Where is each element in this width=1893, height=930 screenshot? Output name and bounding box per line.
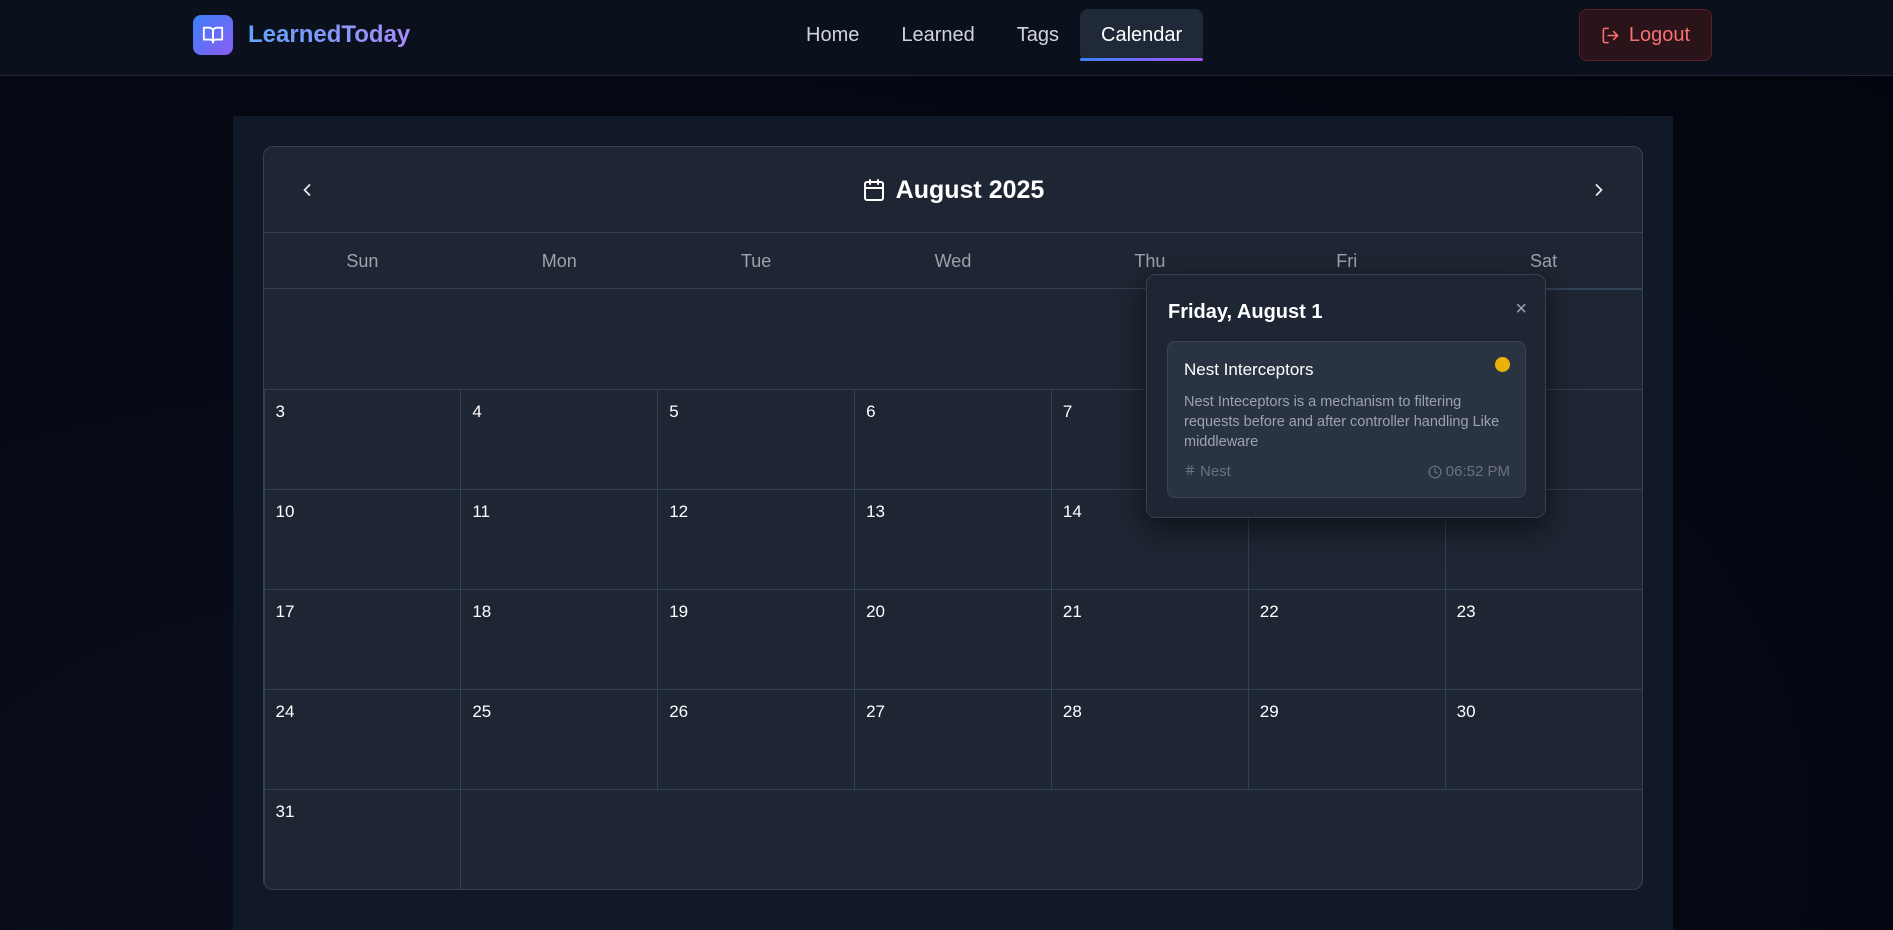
day-number: 6 [866, 401, 876, 421]
day-cell[interactable]: 11 [460, 488, 659, 590]
empty-cell [1051, 789, 1249, 890]
day-number: 5 [669, 401, 679, 421]
clock-icon [1428, 465, 1442, 478]
day-cell[interactable]: 24 [264, 688, 462, 790]
day-number: 27 [866, 701, 885, 721]
day-cell[interactable]: 23 [1444, 588, 1642, 690]
day-cell[interactable]: 21 [1050, 588, 1249, 690]
calendar: August 2025 Sun Mon Tue Wed Thu Fri Sat … [263, 146, 1643, 890]
brand[interactable]: LearnedToday [193, 15, 410, 55]
day-number: 21 [1062, 601, 1082, 621]
entry-description: Nest Inteceptors is a mechanism to filte… [1184, 394, 1500, 450]
empty-cell [657, 289, 855, 390]
logout-button[interactable]: Logout [1579, 9, 1712, 61]
hash-icon [1184, 463, 1196, 480]
day-cell[interactable]: 31 [264, 788, 462, 889]
day-cell[interactable]: 25 [460, 688, 659, 790]
day-number: 31 [275, 801, 295, 821]
day-cell[interactable]: 18 [460, 588, 659, 690]
day-cell[interactable]: 10 [264, 488, 462, 590]
day-cell[interactable]: 13 [854, 488, 1052, 590]
empty-cell [854, 289, 1052, 390]
entry-status-dot [1495, 357, 1510, 372]
day-number: 24 [275, 701, 295, 721]
entry-time: 06:52 PM [1428, 463, 1510, 480]
next-month-button[interactable] [1579, 170, 1619, 210]
day-number: 26 [669, 701, 689, 721]
empty-cell [460, 789, 658, 890]
day-cell[interactable]: 26 [657, 688, 856, 790]
day-number: 11 [472, 501, 490, 521]
day-cell[interactable]: 27 [854, 688, 1052, 790]
open-book-icon [193, 15, 233, 55]
empty-cell [264, 289, 461, 390]
entry-tag[interactable]: Nest [1184, 463, 1231, 480]
day-cell[interactable]: 5 [657, 388, 856, 490]
day-number: 3 [275, 401, 285, 421]
logout-icon [1602, 27, 1619, 43]
day-popup: Friday, August 1 × Nest Interceptors Nes… [1146, 274, 1546, 518]
weekday-label: Sun [346, 250, 379, 271]
day-cell[interactable]: 4 [460, 388, 659, 490]
day-number: 18 [472, 601, 492, 621]
entry-time-label: 06:52 PM [1445, 463, 1510, 480]
day-number: 20 [866, 601, 885, 621]
day-cell[interactable]: 20 [854, 588, 1052, 690]
day-number: 12 [669, 501, 689, 521]
entry-tag-label: Nest [1200, 463, 1231, 480]
day-number: 29 [1259, 701, 1279, 721]
empty-cell [854, 789, 1052, 890]
day-number: 22 [1259, 601, 1279, 621]
day-number: 25 [472, 701, 492, 721]
day-number: 30 [1456, 701, 1476, 721]
day-number: 23 [1456, 601, 1476, 621]
day-number: 4 [472, 401, 482, 421]
day-cell[interactable]: 6 [854, 388, 1052, 490]
close-icon[interactable]: × [1515, 299, 1527, 319]
month-title: August 2025 [264, 175, 1642, 205]
nav-home[interactable]: Home [785, 9, 880, 61]
day-number: 13 [866, 501, 885, 521]
weekday-label: Mon [541, 250, 577, 271]
entry-card[interactable]: Nest Interceptors Nest Inteceptors is a … [1167, 341, 1526, 498]
calendar-icon [863, 179, 884, 201]
day-cell[interactable]: 28 [1050, 688, 1249, 790]
day-cell[interactable]: 22 [1247, 588, 1446, 690]
day-cell[interactable]: 12 [657, 488, 856, 590]
weekday-label: Tue [740, 250, 772, 271]
top-navbar: LearnedToday Home Learned Tags Calendar … [0, 0, 1893, 76]
weekday-label: Wed [934, 250, 972, 271]
day-cell[interactable]: 19 [657, 588, 856, 690]
day-number: 19 [669, 601, 689, 621]
calendar-header: August 2025 [264, 147, 1642, 233]
brand-name: LearnedToday [248, 21, 411, 48]
entry-title: Nest Interceptors [1184, 360, 1314, 379]
empty-cell [1445, 789, 1642, 890]
day-number: 10 [275, 501, 295, 521]
nav-links: Home Learned Tags Calendar [785, 9, 1204, 61]
day-cell[interactable]: 3 [264, 388, 462, 490]
day-cell[interactable]: 30 [1444, 688, 1642, 790]
popup-date: Friday, August 1 [1168, 301, 1323, 323]
day-number: 17 [275, 601, 295, 621]
day-cell[interactable]: 17 [264, 588, 462, 690]
day-cell[interactable]: 29 [1247, 688, 1446, 790]
logout-label: Logout [1628, 23, 1691, 46]
nav-learned[interactable]: Learned [880, 9, 995, 61]
day-number: 28 [1062, 701, 1082, 721]
nav-calendar[interactable]: Calendar [1080, 9, 1204, 61]
chevron-right-icon [1595, 184, 1603, 196]
month-label: August 2025 [895, 175, 1045, 204]
empty-cell [1248, 789, 1446, 890]
empty-cell [657, 789, 855, 890]
empty-cell [460, 289, 658, 390]
nav-tags[interactable]: Tags [996, 9, 1080, 61]
